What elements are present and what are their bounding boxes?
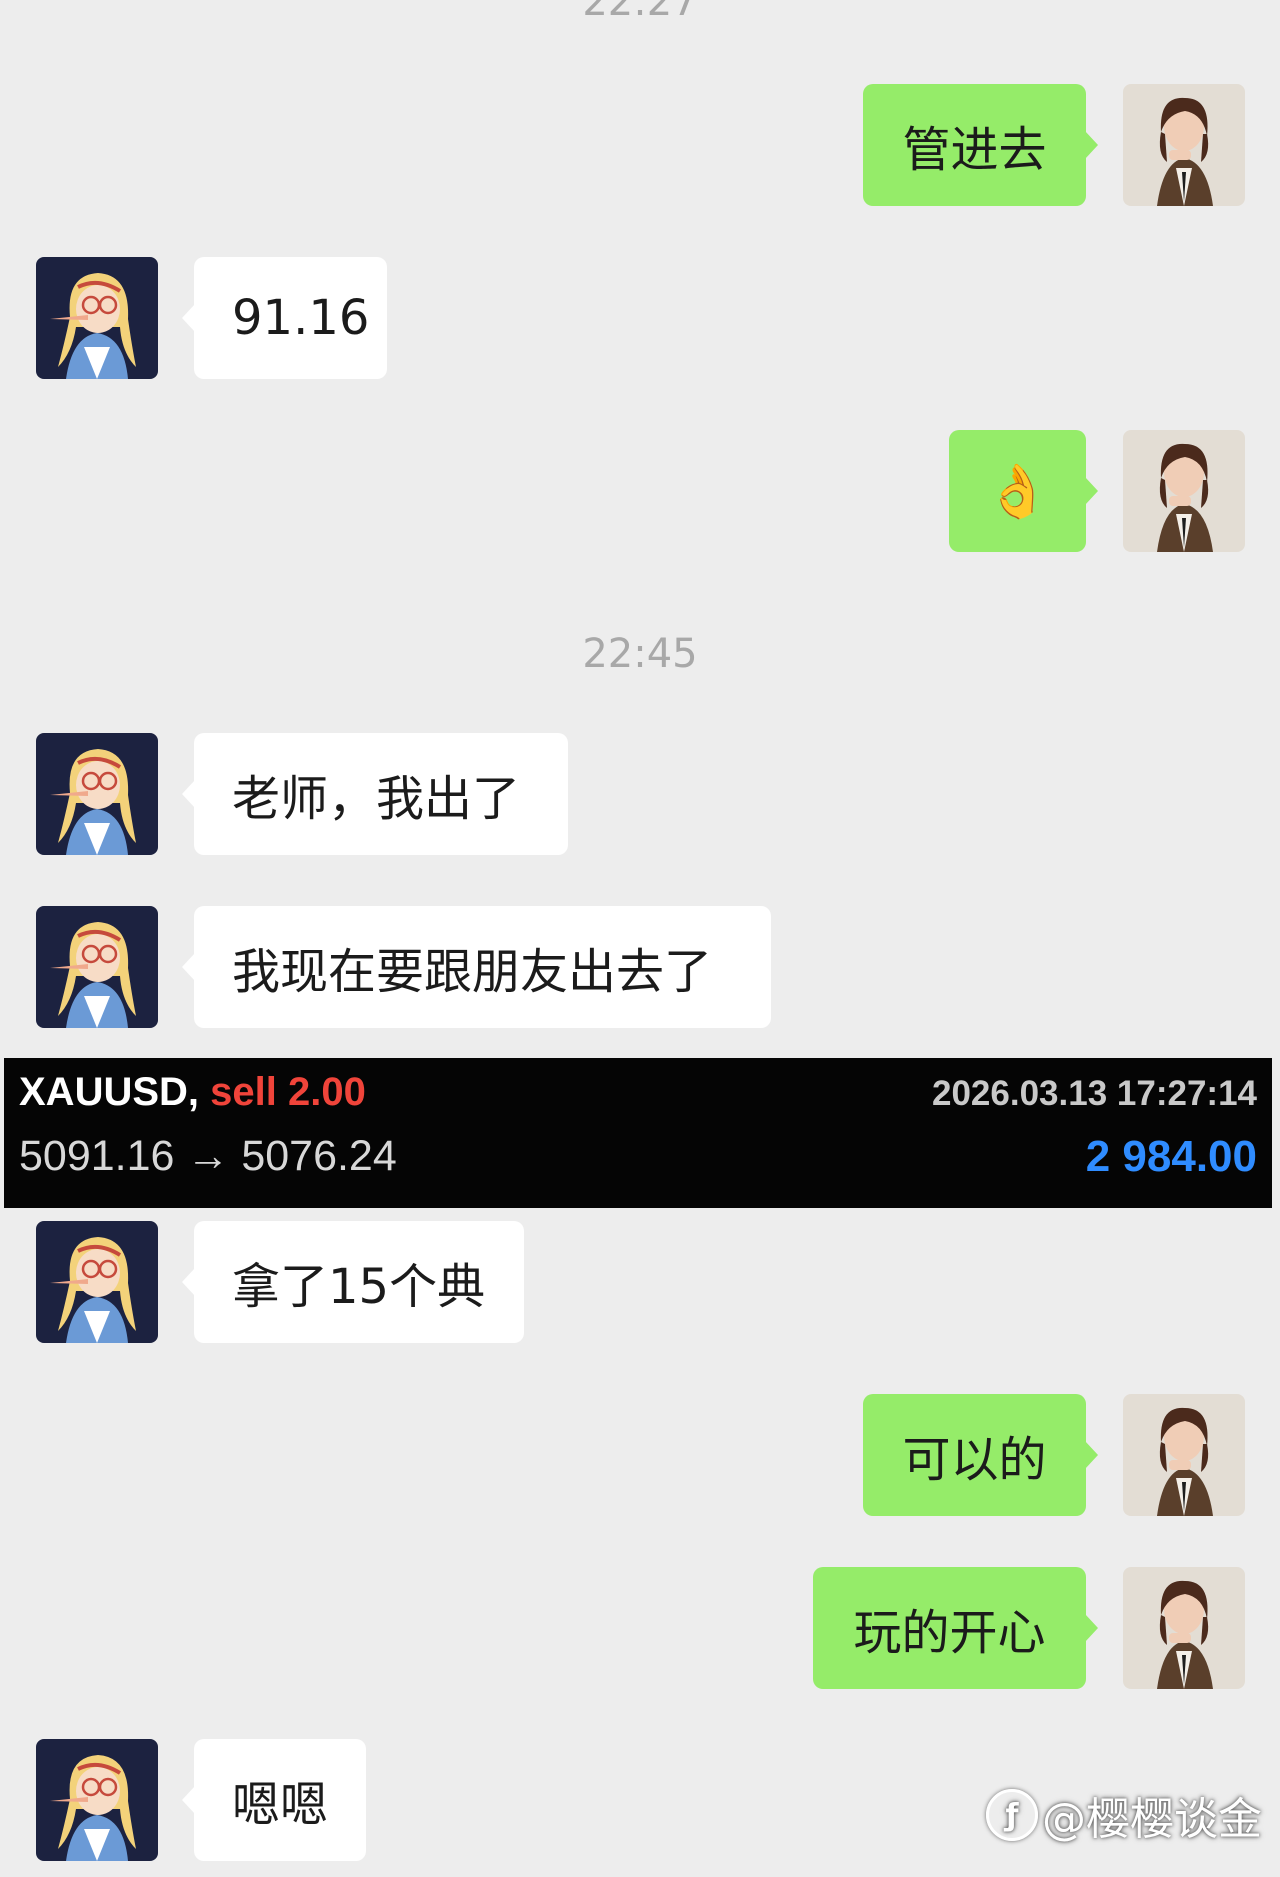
trade-prices: 5091.16 → 5076.24 (19, 1132, 397, 1180)
trade-datetime: 2026.03.13 17:27:14 (932, 1074, 1257, 1113)
message-bubble-other[interactable]: 我现在要跟朋友出去了 (182, 906, 771, 1028)
self-avatar-icon[interactable] (1123, 1394, 1245, 1516)
message-bubble-other[interactable]: 老师，我出了 (182, 733, 568, 855)
contact-avatar-icon[interactable] (36, 257, 158, 379)
trade-side: sell 2.00 (210, 1070, 366, 1114)
message-bubble-self[interactable]: 管进去 (863, 84, 1098, 206)
trade-symbol: XAUUSD, (19, 1070, 200, 1114)
watermark-text: @樱樱谈金 (1042, 1794, 1262, 1845)
self-avatar-icon[interactable] (1123, 84, 1245, 206)
timestamp: 22:27 (582, 0, 698, 25)
timestamp: 22:45 (582, 631, 698, 677)
brand-logo-icon: ƒ (986, 1789, 1038, 1841)
watermark: ƒ @樱樱谈金 (986, 1783, 1262, 1847)
trade-symbol-line: XAUUSD, sell 2.00 (19, 1070, 366, 1115)
contact-avatar-icon[interactable] (36, 906, 158, 1028)
contact-avatar-icon[interactable] (36, 733, 158, 855)
message-bubble-other[interactable]: 91.16 (182, 257, 387, 379)
message-bubble-self[interactable]: 可以的 (863, 1394, 1098, 1516)
message-bubble-other[interactable]: 嗯嗯 (182, 1739, 366, 1861)
trade-record-card: XAUUSD, sell 2.00 2026.03.13 17:27:14 50… (4, 1058, 1272, 1208)
message-bubble-other[interactable]: 拿了15个典 (182, 1221, 524, 1343)
self-avatar-icon[interactable] (1123, 1567, 1245, 1689)
contact-avatar-icon[interactable] (36, 1221, 158, 1343)
self-avatar-icon[interactable] (1123, 430, 1245, 552)
message-bubble-self[interactable]: 👌 (949, 430, 1098, 552)
message-bubble-self[interactable]: 玩的开心 (813, 1567, 1098, 1689)
contact-avatar-icon[interactable] (36, 1739, 158, 1861)
trade-profit: 2 984.00 (1085, 1132, 1257, 1181)
